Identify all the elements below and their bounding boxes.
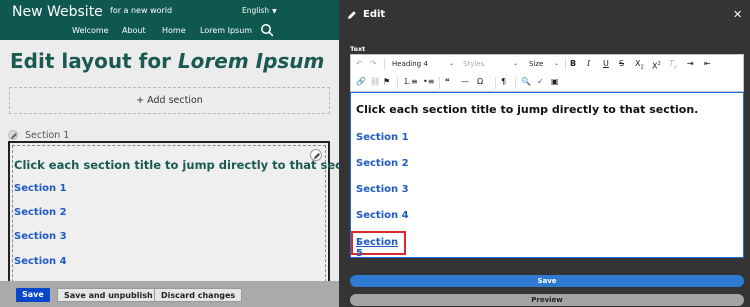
- editor-link-section-3[interactable]: Section 3: [356, 184, 409, 195]
- font-size-value: Size: [529, 60, 544, 68]
- dialog-title: Edit: [363, 9, 386, 20]
- save-layout-button[interactable]: Save: [16, 288, 50, 302]
- unlink-icon[interactable]: ⛓: [370, 77, 380, 87]
- bulleted-list-icon[interactable]: •≡: [423, 77, 434, 87]
- add-section-label: + Add section: [10, 95, 329, 106]
- text-field-label: Text: [350, 45, 366, 53]
- section-label[interactable]: Section 1: [25, 130, 69, 141]
- styles-value: Styles: [463, 60, 485, 68]
- page-title-node: Lorem Ipsum: [177, 49, 325, 73]
- italic-icon[interactable]: I: [587, 59, 590, 69]
- block-link-section-4[interactable]: Section 4: [14, 256, 67, 267]
- layout-builder-preview: New Website for a new world English ▼ Wel…: [0, 0, 339, 307]
- chevron-down-icon: ⌄: [512, 60, 518, 67]
- link-icon[interactable]: 🔗: [356, 77, 366, 87]
- heading-format-dropdown[interactable]: Heading 4 ⌄: [392, 58, 454, 70]
- page-title: Edit layout for Lorem Ipsum: [10, 49, 324, 73]
- nav-item-home[interactable]: Home: [162, 26, 186, 35]
- preview-button[interactable]: Preview: [350, 294, 744, 306]
- block-link-section-3[interactable]: Section 3: [14, 231, 67, 242]
- configure-section-pencil-icon[interactable]: [8, 130, 18, 140]
- text-cursor-icon: I: [356, 237, 360, 248]
- remove-format-icon[interactable]: Tx: [669, 59, 677, 73]
- block-heading: Click each section title to jump directl…: [14, 158, 339, 172]
- discard-changes-button[interactable]: Discard changes: [154, 288, 243, 302]
- block-link-section-2[interactable]: Section 2: [14, 207, 67, 218]
- undo-icon[interactable]: ↶: [356, 59, 363, 69]
- styles-dropdown[interactable]: Styles ⌄: [463, 58, 518, 70]
- bold-icon[interactable]: B: [570, 59, 576, 69]
- site-name-link[interactable]: New Website: [12, 4, 103, 20]
- rich-text-editor[interactable]: Click each section title to jump directl…: [350, 92, 744, 259]
- horizontal-line-icon[interactable]: —: [461, 77, 469, 87]
- editor-link-section-4[interactable]: Section 4: [356, 210, 409, 221]
- outdent-icon[interactable]: ⇤: [704, 59, 711, 69]
- spellcheck-icon[interactable]: ✓: [537, 77, 544, 87]
- chevron-down-icon: ⌄: [553, 60, 559, 67]
- heading-format-value: Heading 4: [392, 60, 428, 68]
- language-label: English: [242, 6, 270, 15]
- blockquote-icon[interactable]: ❝: [445, 77, 450, 87]
- layout-actions-bar: Save Save and unpublish Discard changes: [0, 281, 339, 307]
- numbered-list-icon[interactable]: ⒈≡: [403, 77, 418, 87]
- site-header: New Website for a new world English ▼ Wel…: [0, 0, 339, 40]
- save-and-unpublish-button[interactable]: Save and unpublish: [57, 288, 160, 302]
- chevron-down-icon: ⌄: [448, 60, 454, 67]
- block-link-section-1[interactable]: Section 1: [14, 183, 67, 194]
- add-section-button[interactable]: + Add section: [9, 87, 330, 114]
- save-button[interactable]: Save: [350, 275, 744, 287]
- language-switcher[interactable]: English ▼: [242, 6, 277, 15]
- superscript-icon[interactable]: X2: [652, 59, 661, 72]
- indent-icon[interactable]: ⇥: [687, 59, 694, 69]
- add-section-text: Add section: [147, 95, 203, 106]
- highlighted-link-box: Section 5 I: [351, 231, 406, 259]
- main-navigation: Welcome About Home Lorem Ipsum: [0, 24, 339, 38]
- special-characters-icon[interactable]: Ω: [477, 77, 483, 87]
- nav-item-lorem-ipsum[interactable]: Lorem Ipsum: [200, 26, 252, 35]
- nav-item-about[interactable]: About: [122, 26, 146, 35]
- font-size-dropdown[interactable]: Size ⌄: [529, 58, 559, 70]
- paragraph-icon[interactable]: ¶: [501, 77, 506, 87]
- page-title-prefix: Edit layout for: [10, 49, 178, 73]
- caret-down-icon: ▼: [272, 8, 277, 15]
- source-icon[interactable]: ▣: [551, 77, 559, 87]
- pencil-icon: [348, 11, 356, 19]
- editor-link-section-2[interactable]: Section 2: [356, 158, 409, 169]
- find-replace-icon[interactable]: 🔍: [521, 77, 531, 87]
- edit-dialog: Edit ✕ Text ↶ ↷ Heading 4 ⌄ Styles ⌄ Size ⌄…: [339, 0, 750, 307]
- editor-toolbar: ↶ ↷ Heading 4 ⌄ Styles ⌄ Size ⌄ B I U S X2 …: [350, 54, 744, 92]
- subscript-icon[interactable]: X2: [635, 59, 644, 73]
- site-slogan: for a new world: [110, 6, 173, 15]
- plus-icon: +: [136, 95, 145, 106]
- editor-link-section-1[interactable]: Section 1: [356, 132, 409, 143]
- editor-heading: Click each section title to jump directl…: [356, 103, 699, 116]
- strikethrough-icon[interactable]: S: [619, 59, 624, 69]
- close-icon[interactable]: ✕: [733, 8, 742, 21]
- editor-link-section-5[interactable]: Section 5: [356, 237, 404, 259]
- flag-icon[interactable]: ⚑: [383, 77, 390, 87]
- nav-item-welcome[interactable]: Welcome: [72, 26, 109, 35]
- search-icon[interactable]: [260, 23, 274, 37]
- redo-icon[interactable]: ↷: [370, 59, 377, 69]
- underline-icon[interactable]: U: [603, 59, 609, 69]
